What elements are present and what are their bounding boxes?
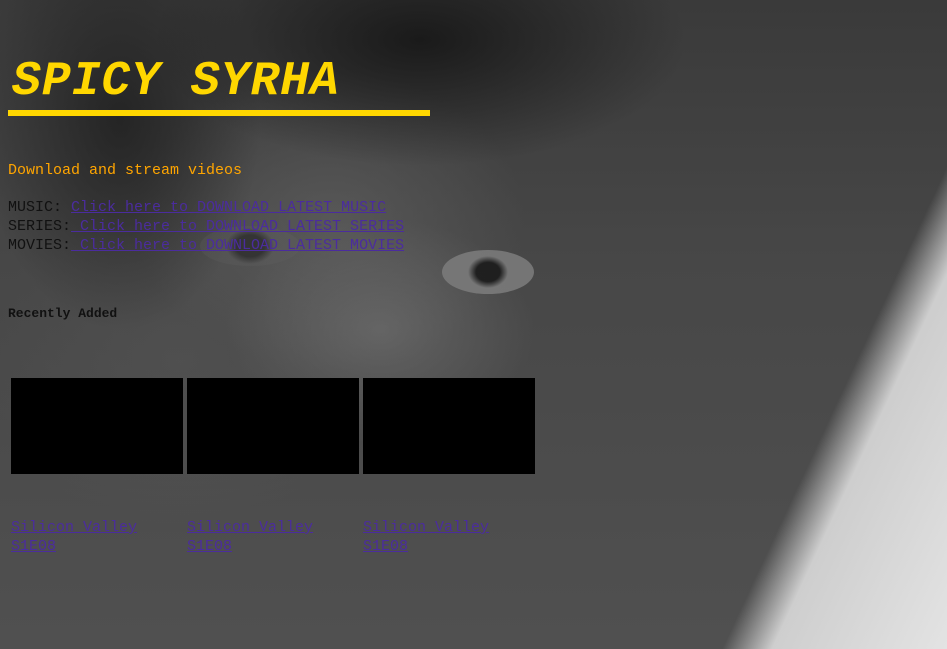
page-content: SPICY SYRHA Download and stream videos M… — [8, 0, 938, 555]
video-thumbnail[interactable] — [187, 378, 359, 474]
video-thumbnail[interactable] — [363, 378, 535, 474]
series-link-row: SERIES: Click here to DOWNLOAD LATEST SE… — [8, 217, 404, 236]
video-title: Silicon Valley — [187, 519, 314, 536]
background-photo-eye-right — [442, 250, 534, 294]
video-title: Silicon Valley — [363, 519, 490, 536]
video-episode: S1E08 — [363, 538, 409, 555]
download-links: MUSIC: Click here to DOWNLOAD LATEST MUS… — [8, 198, 404, 255]
music-download-link[interactable]: Click here to DOWNLOAD LATEST MUSIC — [71, 199, 386, 216]
site-title: SPICY SYRHA — [8, 54, 430, 116]
video-card: Silicon Valley S1E08 — [187, 378, 359, 556]
series-label: SERIES: — [8, 218, 72, 235]
recently-added-heading: Recently Added — [8, 306, 118, 321]
music-label: MUSIC: — [8, 199, 63, 216]
video-episode: S1E08 — [11, 538, 57, 555]
music-link-row: MUSIC: Click here to DOWNLOAD LATEST MUS… — [8, 198, 404, 217]
video-card: Silicon Valley S1E08 — [11, 378, 183, 556]
movies-label: MOVIES: — [8, 237, 72, 254]
video-thumbnail[interactable] — [11, 378, 183, 474]
movies-link-row: MOVIES: Click here to DOWNLOAD LATEST MO… — [8, 236, 404, 255]
video-title-link[interactable]: Silicon Valley S1E08 — [11, 518, 183, 556]
video-title: Silicon Valley — [11, 519, 138, 536]
series-download-link[interactable]: Click here to DOWNLOAD LATEST SERIES — [71, 218, 404, 235]
site-tagline: Download and stream videos — [8, 162, 243, 179]
video-episode: S1E08 — [187, 538, 233, 555]
movies-download-link[interactable]: Click here to DOWNLOAD LATEST MOVIES — [71, 237, 404, 254]
video-card: Silicon Valley S1E08 — [363, 378, 535, 556]
video-title-link[interactable]: Silicon Valley S1E08 — [363, 518, 535, 556]
recently-added-grid: Silicon Valley S1E08 Silicon Valley S1E0… — [11, 378, 535, 556]
video-title-link[interactable]: Silicon Valley S1E08 — [187, 518, 359, 556]
